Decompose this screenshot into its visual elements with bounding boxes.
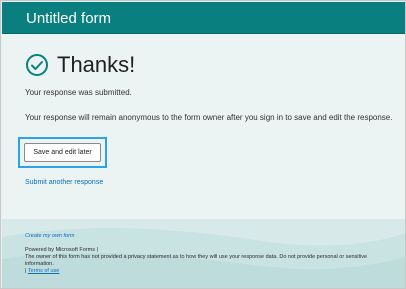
confirmation-card: Thanks! Your response was submitted. You… <box>2 34 405 220</box>
terms-separator: | <box>25 268 27 274</box>
form-title: Untitled form <box>26 10 112 27</box>
form-footer: Create my own form Powered by Microsoft … <box>2 220 405 288</box>
footer-privacy-text: Powered by Microsoft Forms | The owner o… <box>25 247 395 268</box>
create-own-form-link[interactable]: Create my own form <box>25 233 75 240</box>
powered-by-text: Powered by Microsoft Forms | <box>25 247 98 253</box>
submit-another-response-link[interactable]: Submit another response <box>25 178 103 187</box>
form-header: Untitled form <box>2 2 405 34</box>
terms-of-use-link[interactable]: Terms of use <box>28 268 59 274</box>
privacy-statement-line-2: information. <box>25 261 54 267</box>
form-window: Untitled form Thanks! Your response was … <box>0 0 406 289</box>
check-circle-icon <box>25 53 49 77</box>
privacy-statement-line-1: The owner of this form has not provided … <box>25 254 368 260</box>
submitted-message: Your response was submitted. <box>25 88 132 97</box>
anonymous-message: Your response will remain anonymous to t… <box>25 113 393 122</box>
save-and-edit-later-button[interactable]: Save and edit later <box>24 143 101 162</box>
thanks-heading: Thanks! <box>57 52 136 77</box>
terms-row: | Terms of use <box>25 268 59 275</box>
